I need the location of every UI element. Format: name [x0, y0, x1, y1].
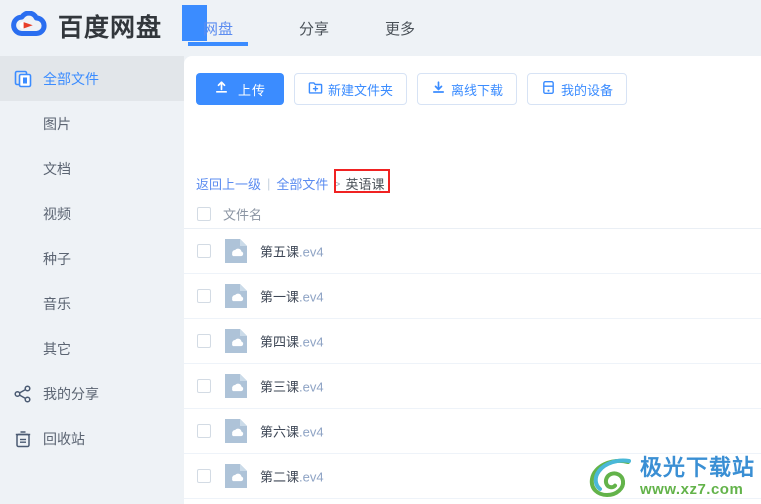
upload-button[interactable]: 上传 — [196, 73, 285, 105]
table-row[interactable]: 第六课.ev4 — [184, 409, 761, 454]
sidebar-item-recycle-bin[interactable]: 回收站 — [0, 416, 184, 461]
cloud-file-icon — [224, 238, 248, 264]
tab-gengduo[interactable]: 更多 — [368, 0, 432, 56]
row-checkbox[interactable] — [197, 334, 211, 348]
sidebar: 全部文件 图片 文档 视频 种子 音乐 其它 我的分享 回收站 — [0, 56, 184, 504]
sidebar-item-videos[interactable]: 视频 — [0, 191, 184, 236]
cloud-file-icon — [224, 418, 248, 444]
content-panel: 上传 新建文件夹 离线下载 我的设备 返回上一级 | 全部文件 > 英语课 文件… — [184, 56, 761, 504]
file-name-label: 第二课.ev4 — [260, 469, 324, 485]
breadcrumb-back-link[interactable]: 返回上一级 — [196, 174, 261, 193]
file-toolbar: 上传 新建文件夹 离线下载 我的设备 — [196, 73, 628, 105]
sidebar-item-label: 图片 — [43, 115, 71, 132]
sidebar-item-label: 种子 — [43, 250, 71, 267]
folder-plus-icon — [308, 80, 323, 98]
table-row[interactable]: 第五课.ev4 — [184, 229, 761, 274]
row-checkbox[interactable] — [197, 244, 211, 258]
file-name-label: 第六课.ev4 — [260, 424, 324, 440]
upload-icon — [214, 80, 229, 98]
brand: 百度网盘 — [10, 6, 162, 50]
app-root: 百度网盘 网盘 分享 更多 全部文件 图片 文档 视频 种子 音乐 其它 我的分… — [0, 0, 761, 504]
cloud-file-icon — [224, 328, 248, 354]
row-checkbox[interactable] — [197, 379, 211, 393]
button-label: 新建文件夹 — [328, 82, 394, 98]
tab-wangpan[interactable]: 网盘 — [182, 0, 250, 56]
table-header-row: 文件名 — [184, 199, 761, 229]
my-device-button[interactable]: 我的设备 — [527, 73, 628, 105]
tab-fenxiang[interactable]: 分享 — [282, 0, 346, 56]
tab-active-underline — [188, 42, 248, 46]
button-label: 上传 — [238, 82, 267, 98]
file-name-label: 第五课.ev4 — [260, 244, 324, 260]
row-checkbox[interactable] — [197, 424, 211, 438]
device-icon — [541, 80, 556, 98]
table-row[interactable]: 第三课.ev4 — [184, 364, 761, 409]
button-label: 我的设备 — [561, 82, 614, 98]
new-folder-button[interactable]: 新建文件夹 — [294, 73, 408, 105]
breadcrumb-divider: | — [267, 176, 271, 191]
sidebar-item-all-files[interactable]: 全部文件 — [0, 56, 184, 101]
tab-label: 更多 — [384, 20, 415, 38]
tab-label: 网盘 — [202, 20, 233, 38]
breadcrumb-separator-icon: > — [333, 176, 341, 191]
download-icon — [431, 80, 446, 98]
cloud-file-icon — [224, 373, 248, 399]
tab-label: 分享 — [298, 20, 329, 38]
breadcrumb: 返回上一级 | 全部文件 > 英语课 — [196, 169, 390, 193]
table-row[interactable]: 第一课.ev4 — [184, 274, 761, 319]
offline-download-button[interactable]: 离线下载 — [417, 73, 518, 105]
brand-name: 百度网盘 — [58, 14, 163, 42]
file-table: 文件名 第五课.ev4 第一课.ev4 第四课.ev4 第三课.ev4 第六课.… — [184, 199, 761, 499]
cloud-file-icon — [224, 283, 248, 309]
column-header-filename: 文件名 — [223, 207, 263, 222]
button-label: 离线下载 — [451, 82, 504, 98]
sidebar-item-label: 其它 — [43, 340, 71, 357]
sidebar-item-label: 音乐 — [43, 295, 71, 312]
sidebar-item-label: 视频 — [43, 205, 71, 222]
file-name-label: 第四课.ev4 — [260, 334, 324, 350]
row-checkbox[interactable] — [197, 289, 211, 303]
cloud-file-icon — [224, 463, 248, 489]
sidebar-item-my-shares[interactable]: 我的分享 — [0, 371, 184, 416]
sidebar-item-music[interactable]: 音乐 — [0, 281, 184, 326]
sidebar-item-documents[interactable]: 文档 — [0, 146, 184, 191]
breadcrumb-root-link[interactable]: 全部文件 — [276, 174, 328, 193]
sidebar-item-torrents[interactable]: 种子 — [0, 236, 184, 281]
sidebar-item-others[interactable]: 其它 — [0, 326, 184, 371]
file-name-label: 第三课.ev4 — [260, 379, 324, 395]
table-row[interactable]: 第四课.ev4 — [184, 319, 761, 364]
files-stack-icon — [13, 69, 33, 89]
sidebar-item-label: 文档 — [43, 160, 71, 177]
file-name-label: 第一课.ev4 — [260, 289, 324, 305]
baidu-cloud-logo-icon — [11, 11, 47, 36]
share-nodes-icon — [13, 384, 33, 404]
select-all-checkbox[interactable] — [197, 206, 211, 221]
trash-bin-icon — [13, 429, 33, 449]
sidebar-item-pictures[interactable]: 图片 — [0, 101, 184, 146]
table-row[interactable]: 第二课.ev4 — [184, 454, 761, 499]
row-checkbox[interactable] — [197, 469, 211, 483]
breadcrumb-current-folder[interactable]: 英语课 — [345, 174, 384, 193]
app-header: 百度网盘 网盘 分享 更多 — [0, 0, 761, 56]
